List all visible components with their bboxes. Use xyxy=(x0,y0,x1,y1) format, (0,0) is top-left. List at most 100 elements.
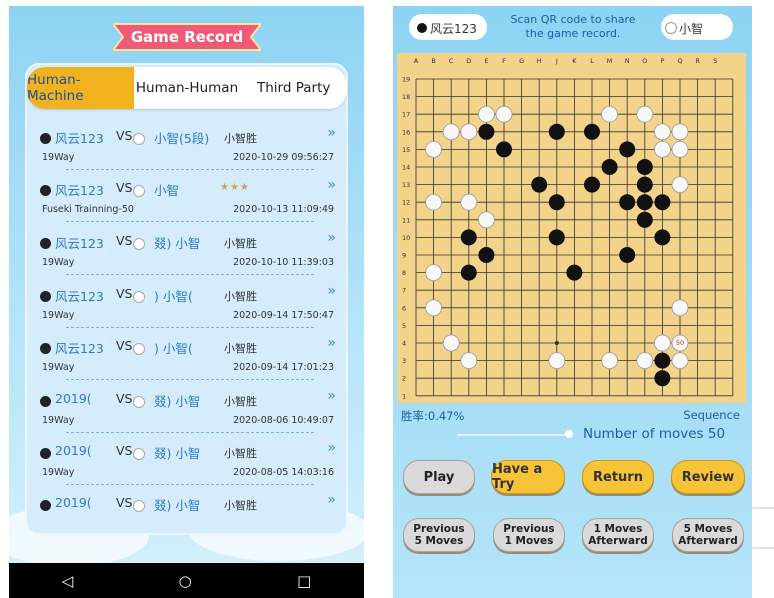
black-stone[interactable] xyxy=(619,247,636,263)
previous-5-moves-button[interactable]: Previous 5 Moves xyxy=(403,518,475,552)
chevron-right-icon[interactable]: » xyxy=(327,230,336,246)
black-stone[interactable] xyxy=(636,194,653,211)
white-stone[interactable] xyxy=(671,352,689,370)
black-stone[interactable] xyxy=(478,123,495,140)
black-stone[interactable] xyxy=(636,159,653,175)
black-stone[interactable] xyxy=(636,211,653,228)
white-stone[interactable] xyxy=(671,141,689,158)
white-stone[interactable] xyxy=(442,334,460,352)
record-list-item[interactable]: 2019(VS 叕) 小智 小智胜 » 19Way 2020-08-06 10:49:07 xyxy=(36,386,344,438)
black-stone[interactable] xyxy=(654,370,671,387)
record-subtitle: 19Way xyxy=(42,467,75,478)
record-player2: 叕) 小智 xyxy=(154,498,201,513)
record-list-item[interactable]: 风云123 VS 小智 ★★★ » Fuseki Trainning-50 2020-10-… xyxy=(36,175,344,227)
record-list-item[interactable]: 风云123 VS) 小智(小智胜 » 19Way 2020-09-14 17:01:23 xyxy=(36,333,344,385)
record-vs: VS xyxy=(116,180,133,195)
black-stone[interactable] xyxy=(548,229,565,246)
white-stone[interactable] xyxy=(425,264,442,282)
moves-slider-track[interactable] xyxy=(457,434,569,436)
record-list-item[interactable]: 2019(VS 叕) 小智 小智胜 » xyxy=(36,490,344,542)
white-stone[interactable] xyxy=(425,141,442,158)
record-result: 小智胜 xyxy=(224,342,257,355)
column-label: R xyxy=(695,57,700,65)
black-stone[interactable] xyxy=(548,123,565,140)
tab-human-human[interactable]: Human-Human xyxy=(134,67,241,109)
black-stone[interactable] xyxy=(478,247,495,263)
row-label: 18 xyxy=(402,93,410,101)
back-icon[interactable]: ◁ xyxy=(62,572,74,590)
chevron-right-icon[interactable]: » xyxy=(327,388,336,404)
record-vs: VS xyxy=(116,286,133,301)
recent-apps-icon[interactable]: □ xyxy=(297,572,311,590)
moves-slider-handle[interactable] xyxy=(565,430,573,438)
record-list-item[interactable]: 风云123 VS 小智(5段) 小智胜 » 19Way 2020-10-29 09:56:2… xyxy=(36,123,344,175)
white-stone[interactable] xyxy=(442,123,460,141)
chevron-right-icon[interactable]: » xyxy=(327,492,336,508)
black-stone[interactable] xyxy=(531,176,548,193)
black-stone[interactable] xyxy=(584,123,600,140)
qr-share-text[interactable]: Scan QR code to share the game record. xyxy=(503,13,643,41)
tab-human-machine[interactable]: Human-Machine xyxy=(27,67,134,109)
black-stone[interactable] xyxy=(654,352,671,369)
record-list-item[interactable]: 风云123 VS) 小智(小智胜 » 19Way 2020-09-14 17:50:47 xyxy=(36,281,344,333)
black-stone[interactable] xyxy=(460,264,477,281)
white-stone[interactable] xyxy=(601,352,619,370)
return-button[interactable]: Return xyxy=(582,460,654,494)
record-list-item[interactable]: 风云123 VS 叕) 小智 小智胜 » 19Way 2020-10-10 11:39:03 xyxy=(36,228,344,280)
black-stone[interactable] xyxy=(601,159,618,175)
chevron-right-icon[interactable]: » xyxy=(327,335,336,351)
black-stone[interactable] xyxy=(548,194,565,211)
white-stone[interactable] xyxy=(653,141,671,158)
white-stone[interactable] xyxy=(636,352,654,370)
go-board[interactable]: A B C D E F G H J K L M N O P Q R S 19 18 17 16 15 14 13 12 11 10 9 8… xyxy=(397,53,746,403)
black-stone[interactable] xyxy=(496,141,512,158)
white-stone[interactable] xyxy=(636,105,654,123)
tab-third-party[interactable]: Third Party xyxy=(240,67,347,109)
play-button[interactable]: Play xyxy=(403,460,475,494)
black-stone[interactable] xyxy=(460,229,477,246)
go-board-svg[interactable]: A B C D E F G H J K L M N O P Q R S1918171615141312111098… xyxy=(397,53,746,403)
white-stone[interactable] xyxy=(460,123,478,141)
white-stone[interactable] xyxy=(460,352,478,370)
sequence-label[interactable]: Sequence xyxy=(683,408,740,422)
system-navbar: ◁ ○ □ xyxy=(9,563,364,598)
record-player2: 小智 xyxy=(154,183,180,198)
record-player2: ) 小智( xyxy=(154,341,193,356)
white-stone[interactable] xyxy=(653,334,671,352)
record-list-item[interactable]: 2019(VS 叕) 小智 小智胜 » 19Way 2020-08-05 14:03:16 xyxy=(36,438,344,490)
chevron-right-icon[interactable]: » xyxy=(327,125,336,141)
win-rate: 胜率:0.47% xyxy=(401,409,465,423)
next-5-moves-button[interactable]: 5 Moves Afterward xyxy=(672,518,744,552)
white-stone[interactable] xyxy=(653,123,671,141)
divider xyxy=(66,169,314,170)
column-label: N xyxy=(625,57,630,65)
next-1-move-button[interactable]: 1 Moves Afterward xyxy=(582,518,654,552)
white-stone[interactable] xyxy=(495,105,513,123)
tab-bar: Human-Machine Human-Human Third Party xyxy=(27,67,347,109)
chevron-right-icon[interactable]: » xyxy=(327,177,336,193)
chevron-right-icon[interactable]: » xyxy=(327,440,336,456)
black-stone[interactable] xyxy=(619,141,636,158)
white-stone[interactable] xyxy=(425,193,442,211)
chevron-right-icon[interactable]: » xyxy=(327,283,336,299)
white-stone[interactable] xyxy=(548,352,566,370)
white-stone[interactable] xyxy=(478,211,495,229)
white-stone[interactable] xyxy=(671,123,689,141)
column-label: L xyxy=(590,57,594,65)
white-stone[interactable] xyxy=(460,193,478,211)
have-a-try-button[interactable]: Have a Try xyxy=(491,460,565,494)
black-stone[interactable] xyxy=(654,229,671,246)
previous-1-move-button[interactable]: Previous 1 Moves xyxy=(493,518,565,552)
home-icon[interactable]: ○ xyxy=(179,572,192,590)
white-stone[interactable] xyxy=(478,105,495,123)
review-button[interactable]: Review xyxy=(671,460,745,494)
white-stone[interactable] xyxy=(671,299,689,317)
white-stone[interactable] xyxy=(601,105,619,123)
black-stone[interactable] xyxy=(654,194,671,211)
black-stone[interactable] xyxy=(566,264,583,281)
black-stone[interactable] xyxy=(584,176,600,193)
white-stone[interactable] xyxy=(671,176,689,194)
black-stone[interactable] xyxy=(619,194,636,211)
white-stone[interactable] xyxy=(425,299,442,317)
black-stone[interactable] xyxy=(636,176,653,193)
